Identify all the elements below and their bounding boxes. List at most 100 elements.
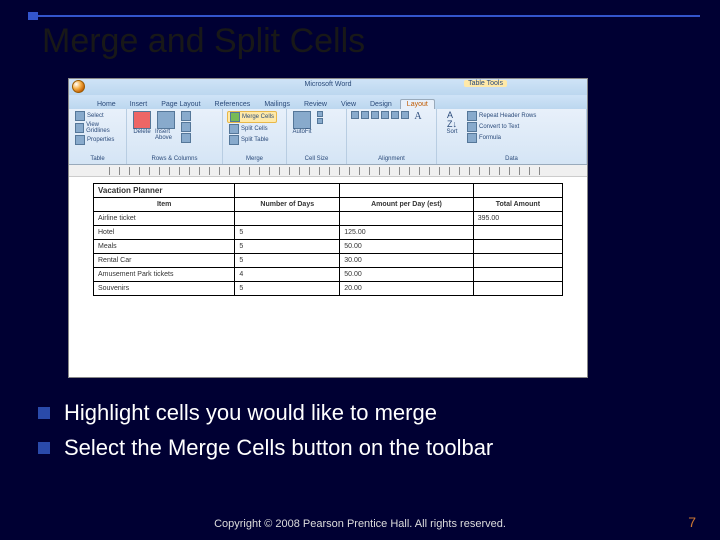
insert-above-icon xyxy=(157,111,175,129)
insert-above-button[interactable]: Insert Above xyxy=(155,111,177,141)
ruler[interactable] xyxy=(69,165,587,177)
insert-left-button[interactable] xyxy=(179,122,193,132)
group-data: AZ↓Sort Repeat Header Rows Convert to Te… xyxy=(437,109,587,164)
tab-home[interactable]: Home xyxy=(91,100,122,109)
height-icon xyxy=(317,111,323,117)
align-tl-button[interactable] xyxy=(351,111,359,119)
autofit-label: AutoFit xyxy=(292,129,311,135)
width-icon xyxy=(317,118,323,124)
ribbon-tabs: Home Insert Page Layout References Maili… xyxy=(69,95,587,109)
select-button[interactable]: Select xyxy=(73,111,122,121)
bullet-icon xyxy=(38,407,50,419)
insert-below-button[interactable] xyxy=(179,111,193,121)
table-title-cell[interactable]: Vacation Planner xyxy=(94,184,235,198)
bullet-list: Highlight cells you would like to merge … xyxy=(38,398,690,468)
align-tc-button[interactable] xyxy=(361,111,369,119)
app-title: Microsoft Word xyxy=(69,81,587,88)
insert-left-icon xyxy=(181,122,191,132)
align-mc-button[interactable] xyxy=(391,111,399,119)
word-titlebar: Microsoft Word Table Tools xyxy=(69,79,587,95)
text-direction-button[interactable]: A xyxy=(411,111,425,122)
split-cells-label: Split Cells xyxy=(241,126,268,132)
repeat-header-label: Repeat Header Rows xyxy=(479,113,536,119)
bullet-item: Highlight cells you would like to merge xyxy=(38,398,690,429)
table-row: Rental Car530.00 xyxy=(94,254,563,268)
tab-review[interactable]: Review xyxy=(298,100,333,109)
insert-right-button[interactable] xyxy=(179,133,193,143)
table-row: Vacation Planner xyxy=(94,184,563,198)
page-number: 7 xyxy=(688,514,696,530)
col-item[interactable]: Item xyxy=(94,198,235,212)
table-row: Meals550.00 xyxy=(94,240,563,254)
table-row: Hotel5125.00 xyxy=(94,226,563,240)
align-tr-button[interactable] xyxy=(371,111,379,119)
tab-insert[interactable]: Insert xyxy=(124,100,154,109)
group-alignment: A Alignment xyxy=(347,109,437,164)
group-cell-size: AutoFit Cell Size xyxy=(287,109,347,164)
ribbon-body: Select View Gridlines Properties Table D… xyxy=(69,109,587,165)
select-icon xyxy=(75,111,85,121)
group-merge-label: Merge xyxy=(227,155,282,162)
repeat-header-button[interactable]: Repeat Header Rows xyxy=(465,111,538,121)
width-stepper[interactable] xyxy=(315,118,325,124)
slide-title: Merge and Split Cells xyxy=(42,22,365,61)
vacation-table[interactable]: Vacation Planner Item Number of Days Amo… xyxy=(93,183,563,296)
convert-icon xyxy=(467,122,477,132)
split-table-label: Split Table xyxy=(241,137,269,143)
select-label: Select xyxy=(87,113,104,119)
bullet-icon xyxy=(38,442,50,454)
convert-text-button[interactable]: Convert to Text xyxy=(465,122,538,132)
table-row: Amusement Park tickets450.00 xyxy=(94,268,563,282)
insert-right-icon xyxy=(181,133,191,143)
group-alignment-label: Alignment xyxy=(351,155,432,162)
group-merge: Merge Cells Split Cells Split Table Merg… xyxy=(223,109,287,164)
tab-references[interactable]: References xyxy=(209,100,257,109)
copyright-footer: Copyright © 2008 Pearson Prentice Hall. … xyxy=(0,518,720,530)
document-area[interactable]: Vacation Planner Item Number of Days Amo… xyxy=(69,177,587,377)
split-cells-button[interactable]: Split Cells xyxy=(227,124,277,134)
sort-icon: AZ↓ xyxy=(447,111,457,129)
bullet-item: Select the Merge Cells button on the too… xyxy=(38,433,690,464)
tab-page-layout[interactable]: Page Layout xyxy=(155,100,206,109)
merge-cells-label: Merge Cells xyxy=(242,114,274,120)
properties-label: Properties xyxy=(87,137,114,143)
align-ml-button[interactable] xyxy=(381,111,389,119)
merge-cells-button[interactable]: Merge Cells xyxy=(227,111,277,123)
group-table: Select View Gridlines Properties Table xyxy=(69,109,127,164)
bullet-text: Select the Merge Cells button on the too… xyxy=(64,433,493,464)
tab-view[interactable]: View xyxy=(335,100,362,109)
properties-icon xyxy=(75,135,85,145)
autofit-icon xyxy=(293,111,311,129)
properties-button[interactable]: Properties xyxy=(73,135,122,145)
formula-icon xyxy=(467,133,477,143)
insert-above-label: Insert Above xyxy=(155,129,177,141)
repeat-header-icon xyxy=(467,111,477,121)
title-tick xyxy=(28,12,38,20)
formula-button[interactable]: Formula xyxy=(465,133,538,143)
convert-label: Convert to Text xyxy=(479,124,519,130)
group-data-label: Data xyxy=(441,155,582,162)
delete-icon xyxy=(133,111,151,129)
autofit-button[interactable]: AutoFit xyxy=(291,111,313,135)
view-gridlines-button[interactable]: View Gridlines xyxy=(73,122,122,134)
split-cells-icon xyxy=(229,124,239,134)
height-stepper[interactable] xyxy=(315,111,325,117)
tab-design[interactable]: Design xyxy=(364,100,398,109)
tab-mailings[interactable]: Mailings xyxy=(258,100,296,109)
col-amount[interactable]: Amount per Day (est) xyxy=(340,198,474,212)
split-table-button[interactable]: Split Table xyxy=(227,135,277,145)
delete-button[interactable]: Delete xyxy=(131,111,153,135)
insert-below-icon xyxy=(181,111,191,121)
col-total[interactable]: Total Amount xyxy=(473,198,562,212)
gridlines-icon xyxy=(75,123,84,133)
merge-cells-icon xyxy=(230,112,240,122)
tab-layout[interactable]: Layout xyxy=(400,99,435,109)
col-days[interactable]: Number of Days xyxy=(235,198,340,212)
split-table-icon xyxy=(229,135,239,145)
gridlines-label: View Gridlines xyxy=(86,122,120,134)
align-mr-button[interactable] xyxy=(401,111,409,119)
group-rows-columns-label: Rows & Columns xyxy=(131,155,218,162)
word-screenshot: Microsoft Word Table Tools Home Insert P… xyxy=(68,78,588,378)
group-cell-size-label: Cell Size xyxy=(291,155,342,162)
sort-button[interactable]: AZ↓Sort xyxy=(441,111,463,135)
